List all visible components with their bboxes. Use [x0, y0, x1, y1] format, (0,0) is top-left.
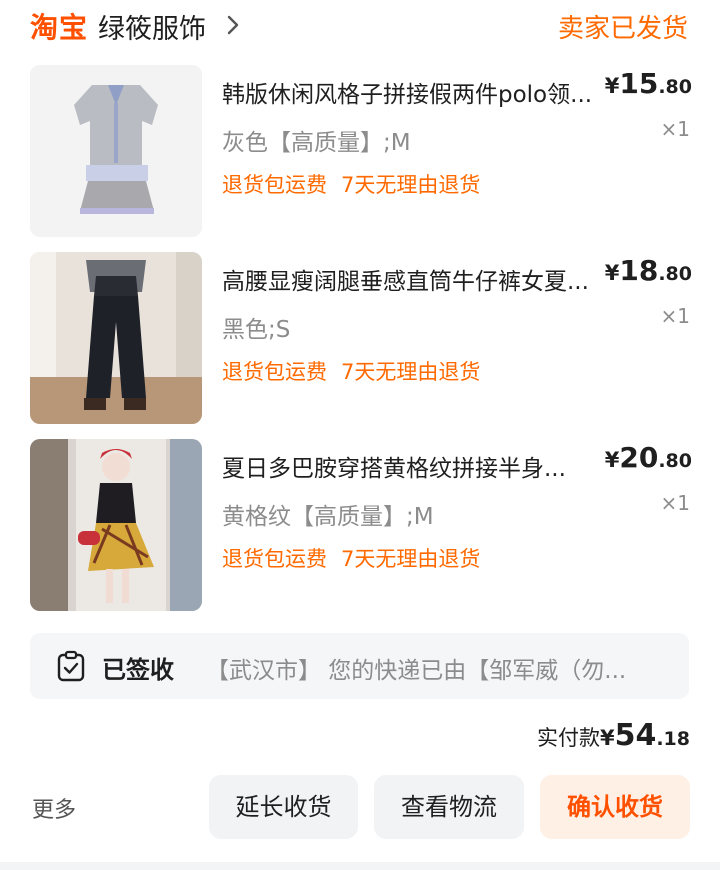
price-currency: ¥ — [604, 74, 620, 98]
service-tags: 退货包运费 7天无理由退货 — [222, 169, 480, 199]
product-quantity: ×1 — [660, 491, 690, 515]
order-header: 淘宝 绿筱服饰 卖家已发货 — [0, 0, 720, 52]
clipboard-check-icon — [57, 650, 85, 682]
tag-return-shipping: 退货包运费 — [222, 547, 327, 571]
service-tags: 退货包运费 7天无理由退货 — [222, 543, 480, 573]
price-decimal: .80 — [658, 450, 692, 472]
product-quantity: ×1 — [660, 304, 690, 328]
more-button[interactable]: 更多 — [32, 792, 76, 824]
tag-seven-day-return: 7天无理由退货 — [341, 360, 481, 384]
product-image[interactable] — [30, 439, 202, 611]
order-total: 实付款¥54.18 — [537, 718, 690, 753]
product-price: ¥15.80 — [605, 67, 692, 100]
total-integer: 54 — [614, 718, 657, 753]
price-currency: ¥ — [604, 261, 620, 285]
total-currency: ¥ — [599, 726, 615, 750]
confirm-receipt-button[interactable]: 确认收货 — [540, 775, 690, 839]
tag-seven-day-return: 7天无理由退货 — [341, 173, 481, 197]
order-item[interactable]: 夏日多巴胺穿搭黄格纹拼接半身... ¥20.80 黄格纹【高质量】;M ×1 退… — [0, 439, 720, 611]
taobao-logo[interactable]: 淘宝 — [30, 6, 88, 46]
product-price: ¥18.80 — [605, 254, 692, 287]
product-price: ¥20.80 — [605, 441, 692, 474]
price-integer: 15 — [619, 67, 659, 100]
extend-receipt-button[interactable]: 延长收货 — [209, 775, 358, 839]
product-quantity: ×1 — [660, 117, 690, 141]
view-logistics-button[interactable]: 查看物流 — [374, 775, 524, 839]
tag-seven-day-return: 7天无理由退货 — [341, 547, 481, 571]
service-tags: 退货包运费 7天无理由退货 — [222, 356, 480, 386]
tag-return-shipping: 退货包运费 — [222, 360, 327, 384]
product-variant: 黑色;S — [222, 317, 291, 343]
order-item[interactable]: 韩版休闲风格子拼接假两件polo领... ¥15.80 灰色【高质量】;M ×1… — [0, 65, 720, 237]
price-integer: 20 — [619, 441, 659, 474]
product-image[interactable] — [30, 252, 202, 424]
chevron-right-icon[interactable] — [226, 14, 240, 36]
order-status: 卖家已发货 — [557, 14, 688, 44]
product-variant: 灰色【高质量】;M — [222, 130, 411, 156]
total-decimal: .18 — [656, 728, 690, 750]
price-decimal: .80 — [658, 76, 692, 98]
product-title[interactable]: 高腰显瘦阔腿垂感直筒牛仔裤女夏... — [222, 262, 622, 296]
page-divider — [0, 862, 720, 870]
logistics-status: 已签收 — [102, 656, 174, 684]
product-title[interactable]: 夏日多巴胺穿搭黄格纹拼接半身... — [222, 449, 622, 483]
order-item[interactable]: 高腰显瘦阔腿垂感直筒牛仔裤女夏... ¥18.80 黑色;S ×1 退货包运费 7… — [0, 252, 720, 424]
shop-name[interactable]: 绿筱服饰 — [98, 7, 206, 46]
price-integer: 18 — [619, 254, 659, 287]
tag-return-shipping: 退货包运费 — [222, 173, 327, 197]
logistics-summary[interactable]: 已签收 【武汉市】 您的快递已由【邹军威（勿... — [30, 633, 689, 699]
price-currency: ¥ — [604, 448, 620, 472]
logistics-message: 【武汉市】 您的快递已由【邹军威（勿... — [206, 658, 627, 684]
price-decimal: .80 — [658, 263, 692, 285]
product-image[interactable] — [30, 65, 202, 237]
product-variant: 黄格纹【高质量】;M — [222, 504, 434, 530]
product-title[interactable]: 韩版休闲风格子拼接假两件polo领... — [222, 75, 622, 109]
total-label: 实付款 — [536, 726, 600, 750]
